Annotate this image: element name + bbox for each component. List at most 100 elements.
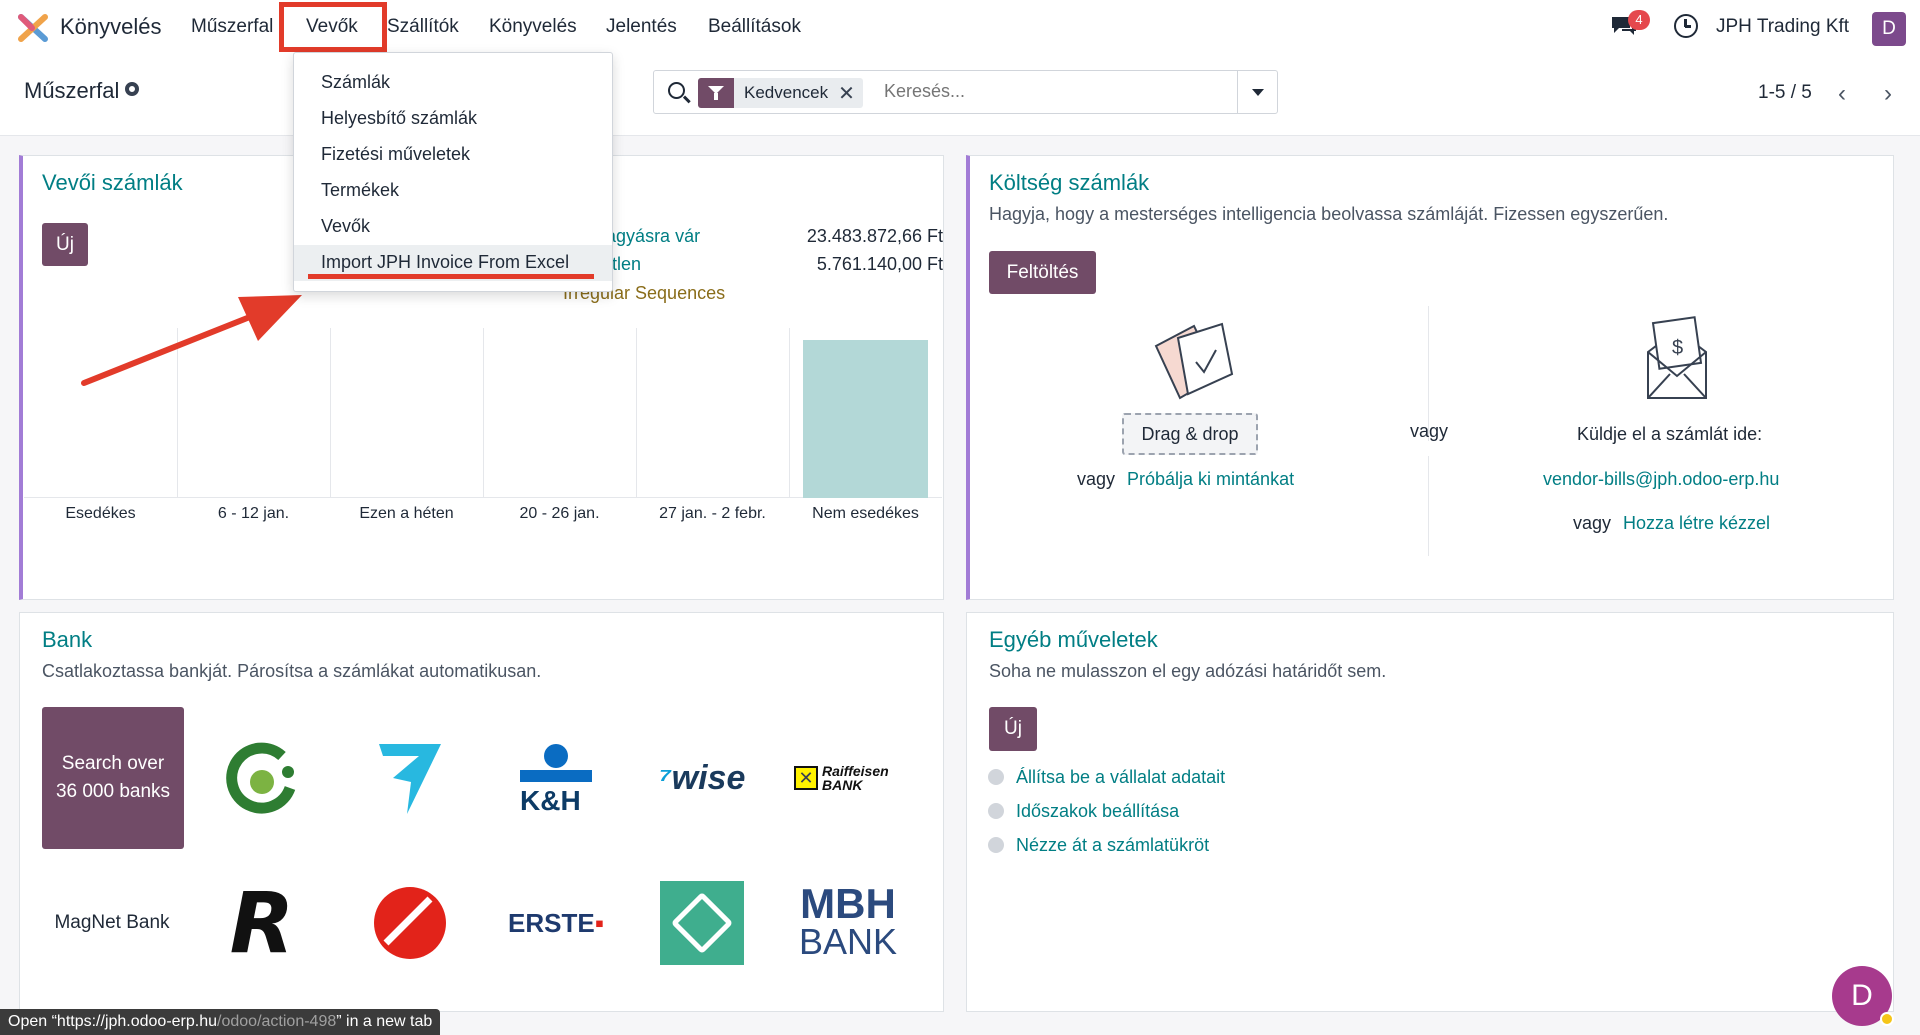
card-title[interactable]: Egyéb műveletek	[989, 627, 1158, 653]
facet-label: Kedvencek	[744, 83, 829, 102]
chart-gridline	[483, 328, 484, 498]
search-banks-button[interactable]: Search over 36 000 banks	[42, 707, 184, 849]
annotation-highlight-box	[279, 2, 387, 52]
folder-icon	[1154, 322, 1234, 400]
pager-value[interactable]: 1-5 / 5	[1758, 82, 1812, 104]
gear-icon[interactable]	[125, 82, 140, 96]
card-title[interactable]: Bank	[42, 627, 92, 653]
annotation-arrow	[81, 295, 302, 386]
step-company-data[interactable]: Állítsa be a vállalat adatait	[988, 767, 1225, 788]
magnet-bank-label: MagNet Bank	[54, 912, 170, 933]
pager-previous-icon[interactable]: ‹	[1838, 80, 1846, 108]
bank-magnet[interactable]: MagNet Bank	[42, 863, 182, 983]
annotation-underline	[308, 274, 594, 279]
bank-logo-icon	[379, 744, 441, 814]
activity-clock-icon[interactable]	[1674, 14, 1698, 38]
search-input[interactable]	[884, 81, 1214, 102]
chart-x-tick-label: 27 jan. - 2 febr.	[659, 505, 766, 522]
otp-logo-icon	[226, 742, 296, 814]
card-subtitle: Hagyja, hogy a mesterséges intelligencia…	[989, 204, 1669, 224]
chart-x-tick-label: Nem esedékes	[812, 505, 919, 522]
card-subtitle: Soha ne mulasszon el egy adózási határid…	[989, 661, 1387, 681]
new-action-button[interactable]: Új	[989, 707, 1037, 751]
card-title[interactable]: Vevői számlák	[42, 170, 183, 196]
kpi-row[interactable]: Fizetetlen 5.761.140,00 Ft	[563, 254, 943, 275]
app-name[interactable]: Könyvelés	[60, 14, 162, 40]
menu-item-credit-notes[interactable]: Helyesbítő számlák	[321, 108, 477, 129]
chart-gridline	[789, 328, 790, 498]
bank-erste[interactable]: ERSTE▪	[486, 863, 626, 983]
search-options-toggle[interactable]	[1237, 71, 1277, 113]
or-label: vagy	[1077, 469, 1116, 489]
envelope-dollar-icon: $	[1647, 316, 1707, 399]
card-subtitle: Csatlakoztassa bankját. Párosítsa a szám…	[42, 661, 542, 681]
chart-x-tick-label: Esedékes	[65, 505, 136, 522]
step-chart-of-accounts[interactable]: Nézze át a számlatükröt	[988, 835, 1209, 856]
filter-icon	[698, 78, 734, 108]
try-sample-link[interactable]: Próbálja ki mintánkat	[1127, 469, 1294, 490]
search-icon[interactable]	[668, 82, 685, 99]
menu-item-products[interactable]: Termékek	[321, 180, 399, 201]
user-avatar[interactable]: D	[1872, 12, 1906, 46]
raiffeisen-logo-icon: ✕	[794, 766, 818, 790]
step-fiscal-periods[interactable]: Időszakok beállítása	[988, 801, 1179, 822]
bank-card: Bank Csatlakoztassa bankját. Párosítsa a…	[19, 612, 944, 1012]
bank-mbh[interactable]: MBH BANK	[778, 863, 918, 983]
menu-item-payments[interactable]: Fizetési műveletek	[321, 144, 470, 165]
granit-logo-icon	[660, 881, 744, 965]
bank-unicredit[interactable]	[340, 863, 480, 983]
app-logo-icon[interactable]	[18, 14, 48, 42]
control-panel: Műszerfal Kedvencek ✕ 1-5 / 5 ‹ ›	[0, 56, 1920, 136]
step-status-icon	[988, 769, 1004, 785]
kpi-value: 23.483.872,66 Ft	[806, 226, 943, 246]
remove-facet-icon[interactable]: ✕	[838, 81, 863, 106]
company-switcher[interactable]: JPH Trading Kft	[1716, 16, 1849, 38]
chat-badge: 4	[1628, 10, 1650, 30]
menu-configuration[interactable]: Beállítások	[708, 16, 801, 38]
erste-logo-text: ERSTE▪	[508, 907, 604, 938]
presence-dot	[1880, 1012, 1894, 1026]
menu-accounting[interactable]: Könyvelés	[489, 16, 577, 38]
create-manually-link[interactable]: Hozza létre kézzel	[1623, 513, 1770, 534]
kh-logo-text: K&H	[520, 785, 581, 814]
mbh-logo-text: MBH BANK	[798, 880, 898, 962]
chart-gridline	[636, 328, 637, 498]
kpi-value: 5.761.140,00 Ft	[816, 254, 943, 274]
step-status-icon	[988, 837, 1004, 853]
wise-logo-text: ⁷wise	[658, 758, 746, 797]
step-status-icon	[988, 803, 1004, 819]
upload-button[interactable]: Feltöltés	[989, 251, 1096, 294]
search-bar[interactable]: Kedvencek ✕	[653, 70, 1278, 114]
svg-text:$: $	[1672, 337, 1683, 359]
vendor-bills-email-link[interactable]: vendor-bills@jph.odoo-erp.hu	[1543, 469, 1779, 490]
menu-dashboard[interactable]: Műszerfal	[191, 16, 273, 38]
chart-gridline	[330, 328, 331, 498]
chart-x-tick-label: Ezen a héten	[359, 505, 454, 522]
kpi-row[interactable]: jóváhagyásra vár 23.483.872,66 Ft	[563, 226, 943, 247]
menu-item-import-excel[interactable]: Import JPH Invoice From Excel	[321, 252, 569, 273]
bank-wise[interactable]: ⁷wise	[632, 718, 772, 838]
kh-logo-icon: K&H	[520, 744, 592, 814]
or-label: vagy	[1573, 513, 1612, 533]
menu-reporting[interactable]: Jelentés	[606, 16, 677, 38]
or-label: vagy	[1410, 421, 1449, 441]
menu-item-invoices[interactable]: Számlák	[321, 72, 390, 93]
menu-item-customers[interactable]: Vevők	[321, 216, 370, 237]
menu-vendors[interactable]: Szállítók	[387, 16, 459, 38]
search-facet: Kedvencek ✕	[698, 78, 863, 108]
chart-bar[interactable]	[803, 340, 928, 498]
bank-revolut[interactable]: R	[192, 863, 332, 983]
page-title: Műszerfal	[24, 78, 140, 104]
bank-raiffeisen[interactable]: ✕ Raiffeisen BANK	[778, 718, 918, 838]
bank-kh[interactable]: K&H	[486, 718, 626, 838]
expense-bills-card: Költség számlák Hagyja, hogy a mesterség…	[966, 155, 1894, 600]
drag-drop-zone[interactable]: Drag & drop	[1122, 413, 1258, 455]
new-invoice-button[interactable]: Új	[42, 223, 88, 266]
bank-revolut-blue[interactable]	[340, 718, 480, 838]
card-title[interactable]: Költség számlák	[989, 170, 1149, 196]
bank-otp[interactable]	[192, 718, 332, 838]
chart-x-tick-label: 20 - 26 jan.	[519, 505, 600, 522]
bank-granit[interactable]	[632, 863, 772, 983]
divider	[1428, 456, 1429, 556]
pager-next-icon[interactable]: ›	[1884, 80, 1892, 108]
